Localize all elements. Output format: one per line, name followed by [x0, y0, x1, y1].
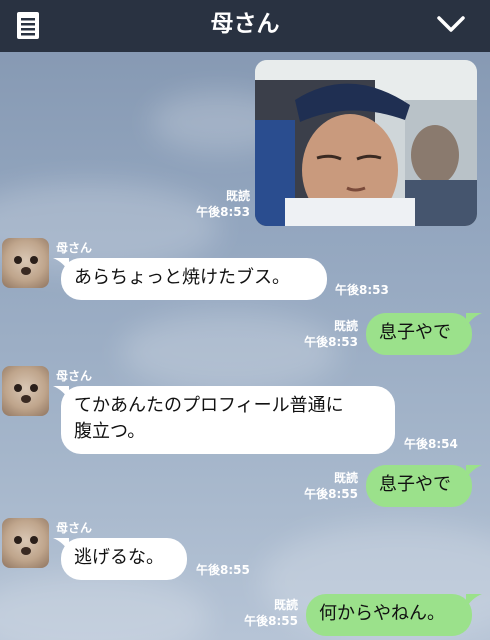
- timestamp: 午後8:53: [304, 335, 358, 349]
- message-text: 何からやねん。: [319, 603, 445, 624]
- avatar[interactable]: [2, 238, 49, 288]
- timestamp: 午後8:53: [196, 205, 250, 219]
- timestamp: 午後8:55: [244, 614, 298, 628]
- bubble-tail: [466, 465, 482, 479]
- message-meta: 既読 午後8:55: [290, 470, 358, 502]
- sent-photo[interactable]: [255, 60, 477, 226]
- timestamp: 午後8:54: [404, 437, 458, 451]
- read-receipt: 既読: [333, 471, 358, 485]
- sent-message[interactable]: 息子やで: [366, 465, 472, 507]
- sender-name: 母さん: [56, 241, 93, 255]
- timestamp: 午後8:55: [304, 487, 358, 501]
- photo-meta: 既読 午後8:53: [180, 188, 250, 220]
- photo-image: [255, 60, 477, 226]
- chevron-down-icon[interactable]: [436, 13, 466, 35]
- message-text-line: てかあんたのプロフィール普通に: [74, 395, 344, 416]
- read-receipt: 既読: [273, 598, 298, 612]
- received-message[interactable]: 逃げるな。: [61, 538, 187, 580]
- dog-avatar-image: [14, 384, 38, 403]
- sender-name: 母さん: [56, 369, 93, 383]
- timestamp: 午後8:55: [196, 563, 250, 577]
- read-receipt: 既読: [333, 319, 358, 333]
- read-receipt: 既読: [225, 189, 250, 203]
- sent-message[interactable]: 息子やで: [366, 313, 472, 355]
- sent-message[interactable]: 何からやねん。: [306, 594, 472, 636]
- chat-header: 母さん: [0, 0, 490, 52]
- avatar[interactable]: [2, 366, 49, 416]
- message-text: 逃げるな。: [74, 547, 164, 568]
- timestamp: 午後8:53: [335, 283, 389, 297]
- bubble-tail: [466, 594, 482, 608]
- message-text: あらちょっと焼けたブス。: [74, 267, 290, 288]
- message-text: 息子やで: [379, 322, 451, 343]
- message-meta: 既読 午後8:53: [290, 318, 358, 350]
- message-text-line: 腹立つ。: [74, 421, 146, 442]
- chat-title: 母さん: [210, 11, 280, 37]
- message-meta: 既読 午後8:55: [226, 597, 298, 629]
- avatar[interactable]: [2, 518, 49, 568]
- dog-avatar-image: [14, 256, 38, 275]
- received-message[interactable]: あらちょっと焼けたブス。: [61, 258, 327, 300]
- dog-avatar-image: [14, 536, 38, 555]
- bubble-tail: [466, 313, 482, 327]
- sender-name: 母さん: [56, 521, 93, 535]
- message-text: 息子やで: [379, 474, 451, 495]
- received-message[interactable]: てかあんたのプロフィール普通に 腹立つ。: [61, 386, 395, 454]
